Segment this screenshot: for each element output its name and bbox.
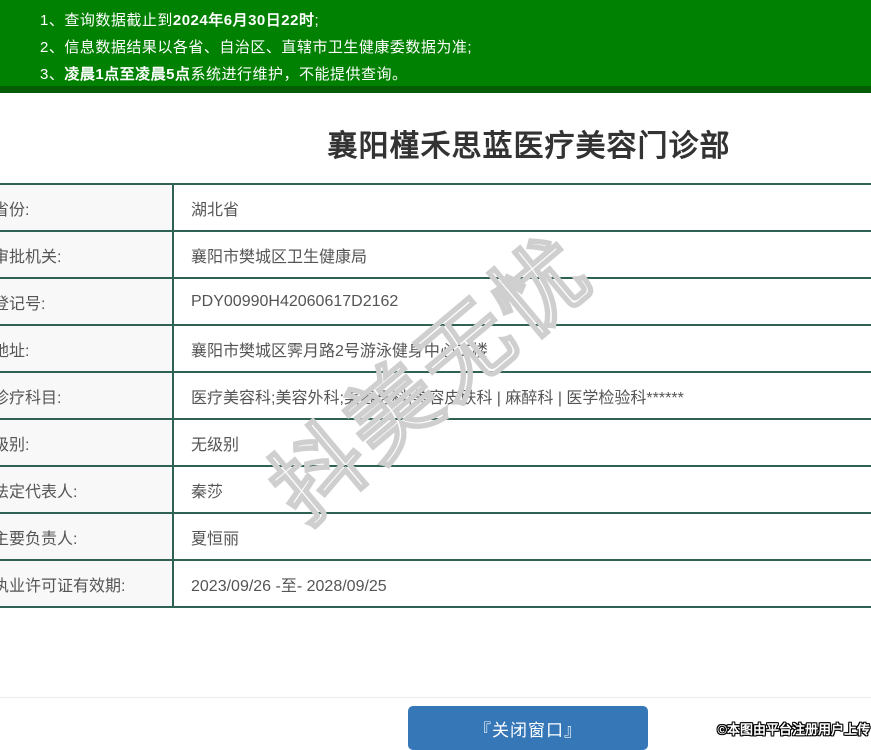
info-table: 省份: 湖北省 审批机关: 襄阳市樊城区卫生健康局 登记号: PDY00990H… (0, 183, 871, 608)
table-row-approval-authority: 审批机关: 襄阳市樊城区卫生健康局 (0, 230, 871, 279)
field-label: 法定代表人: (0, 465, 174, 514)
field-value: 夏恒丽 (173, 512, 871, 561)
table-row-address: 地址: 襄阳市樊城区霁月路2号游泳健身中心二楼 (0, 324, 871, 373)
notice-text-bold: 凌晨1点至凌晨5点 (64, 66, 191, 83)
image-credit-text: ©本图由平台注册用户上传 (717, 722, 870, 737)
notice-banner: 1、查询数据截止到2024年6月30日22时; 2、信息数据结果以各省、自治区、… (0, 0, 871, 93)
table-row-legal-representative: 法定代表人: 秦莎 (0, 465, 871, 514)
notice-text: 查询数据截止到 (64, 12, 173, 29)
notice-text: 信息数据结果以各省、自治区、直辖市卫生健康委数据为准; (64, 39, 473, 56)
table-row-person-in-charge: 主要负责人: 夏恒丽 (0, 512, 871, 561)
table-row-license-validity: 执业许可证有效期: 2023/09/26 -至- 2028/09/25 (0, 559, 871, 608)
notice-line-number: 2、 (40, 39, 65, 56)
notice-line-2: 2、信息数据结果以各省、自治区、直辖市卫生健康委数据为准; (0, 34, 871, 61)
close-window-button[interactable]: 『关闭窗口』 (408, 706, 648, 750)
table-row-province: 省份: 湖北省 (0, 183, 871, 232)
field-label: 执业许可证有效期: (0, 559, 174, 608)
field-label: 级别: (0, 418, 174, 467)
notice-text: ; (314, 12, 320, 29)
notice-text-bold: 2024年6月30日22时 (172, 12, 315, 29)
field-label: 诊疗科目: (0, 371, 174, 420)
table-row-level: 级别: 无级别 (0, 418, 871, 467)
page-title: 襄阳槿禾思蓝医疗美容门诊部 (327, 130, 731, 163)
notice-line-1: 1、查询数据截止到2024年6月30日22时; (0, 7, 871, 34)
notice-line-number: 1、 (40, 12, 65, 29)
notice-line-number: 3、 (40, 66, 65, 83)
content-area: 襄阳槿禾思蓝医疗美容门诊部 省份: 湖北省 审批机关: 襄阳市樊城区卫生健康局 … (0, 93, 871, 608)
field-value: 秦莎 (173, 465, 871, 514)
field-label: 地址: (0, 324, 174, 373)
field-label: 登记号: (0, 277, 174, 326)
notice-line-3: 3、凌晨1点至凌晨5点系统进行维护，不能提供查询。 (0, 61, 871, 88)
table-row-registration-number: 登记号: PDY00990H42060617D2162 (0, 277, 871, 326)
field-value: 无级别 (173, 418, 871, 467)
table-row-departments: 诊疗科目: 医疗美容科;美容外科;美容牙科;美容皮肤科 | 麻醉科 | 医学检验… (0, 371, 871, 420)
field-label: 主要负责人: (0, 512, 174, 561)
field-value: 湖北省 (173, 183, 871, 232)
field-value: 襄阳市樊城区卫生健康局 (173, 230, 871, 279)
field-label: 审批机关: (0, 230, 174, 279)
footer-divider (0, 697, 871, 698)
field-value: 医疗美容科;美容外科;美容牙科;美容皮肤科 | 麻醉科 | 医学检验科*****… (173, 371, 871, 420)
field-value: PDY00990H42060617D2162 (173, 277, 871, 326)
field-value: 襄阳市樊城区霁月路2号游泳健身中心二楼 (173, 324, 871, 373)
field-value: 2023/09/26 -至- 2028/09/25 (173, 559, 871, 608)
field-label: 省份: (0, 183, 174, 232)
notice-text: 系统进行维护，不能提供查询。 (190, 66, 408, 83)
